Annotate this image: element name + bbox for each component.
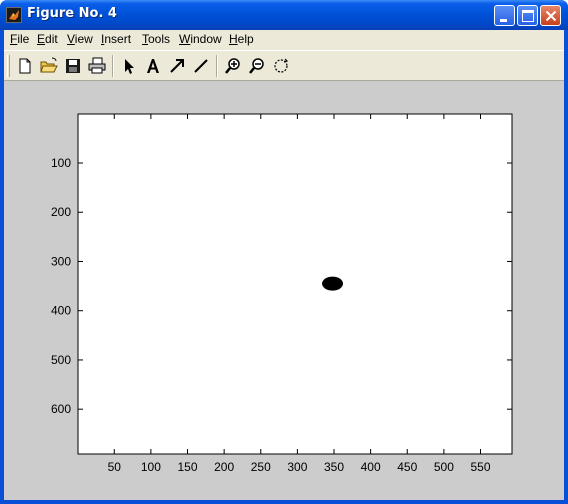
- open-button[interactable]: [39, 56, 59, 76]
- axes-box[interactable]: [77, 113, 513, 455]
- y-tick-label: 600: [51, 402, 71, 416]
- select-arrow-icon: [125, 59, 134, 74]
- menu-help[interactable]: Help: [229, 32, 254, 46]
- figure-canvas[interactable]: 50 100 150 200 250 300 350 400 450 500 550 100 200 3…: [4, 81, 564, 500]
- minimize-button[interactable]: [494, 5, 515, 26]
- rotate-icon: [274, 58, 289, 73]
- figure-window: Figure No. 4 File Edit View Insert Tools…: [0, 0, 568, 504]
- x-tick-label: 350: [324, 460, 344, 474]
- new-file-button[interactable]: [15, 56, 35, 76]
- matlab-logo-icon[interactable]: [6, 7, 22, 23]
- y-tick-label: 100: [51, 156, 71, 170]
- menu-file[interactable]: File: [10, 32, 29, 46]
- insert-text-icon: [147, 59, 159, 73]
- y-tick-label: 400: [51, 304, 71, 318]
- rotate-button[interactable]: [271, 56, 291, 76]
- y-tick-label: 200: [51, 205, 71, 219]
- image-axes: 50 100 150 200 250 300 350 400 450 500 550 100 200 3…: [51, 113, 513, 474]
- insert-text-button[interactable]: [143, 56, 163, 76]
- insert-arrow-icon: [170, 59, 184, 73]
- print-button[interactable]: [87, 56, 107, 76]
- toolbar-separator: [216, 55, 218, 77]
- print-icon: [88, 57, 106, 74]
- new-file-icon: [19, 58, 31, 74]
- select-button[interactable]: [119, 56, 139, 76]
- x-tick-label: 250: [251, 460, 271, 474]
- menu-insert[interactable]: Insert: [101, 32, 131, 46]
- menu-window[interactable]: Window: [179, 32, 222, 46]
- x-tick-label: 450: [397, 460, 417, 474]
- menu-view[interactable]: View: [67, 32, 93, 46]
- zoom-in-icon: [225, 58, 240, 74]
- zoom-out-button[interactable]: [247, 56, 267, 76]
- y-tick-label: 300: [51, 254, 71, 268]
- zoom-out-icon: [249, 58, 264, 74]
- insert-line-button[interactable]: [191, 56, 211, 76]
- x-tick-label: 550: [470, 460, 490, 474]
- maximize-icon: [522, 10, 534, 22]
- zoom-in-button[interactable]: [223, 56, 243, 76]
- save-button[interactable]: [63, 56, 83, 76]
- toolbar-separator: [112, 55, 114, 77]
- window-title: Figure No. 4: [27, 6, 117, 21]
- image-blob: [322, 276, 344, 291]
- insert-arrow-button[interactable]: [167, 56, 187, 76]
- menu-bar: File Edit View Insert Tools Window Help: [4, 30, 564, 50]
- x-tick-label: 200: [214, 460, 234, 474]
- x-tick-label: 300: [287, 460, 307, 474]
- minimize-icon: [500, 19, 507, 22]
- open-folder-icon: [40, 57, 58, 73]
- close-icon: [545, 10, 557, 22]
- toolbar-grip[interactable]: [7, 55, 10, 77]
- insert-line-icon: [194, 59, 208, 73]
- x-tick-label: 50: [108, 460, 122, 474]
- x-tick-label: 150: [177, 460, 197, 474]
- client-area: File Edit View Insert Tools Window Help: [4, 30, 564, 500]
- x-tick-label: 100: [141, 460, 161, 474]
- y-tick-label: 500: [51, 353, 71, 367]
- menu-edit[interactable]: Edit: [37, 32, 58, 46]
- maximize-button[interactable]: [517, 5, 538, 26]
- x-tick-label: 400: [361, 460, 381, 474]
- figure-toolbar: [4, 50, 564, 81]
- save-icon: [66, 59, 80, 73]
- close-button[interactable]: [540, 5, 561, 26]
- menu-tools[interactable]: Tools: [142, 32, 170, 46]
- x-tick-label: 500: [434, 460, 454, 474]
- title-bar[interactable]: Figure No. 4: [0, 0, 568, 30]
